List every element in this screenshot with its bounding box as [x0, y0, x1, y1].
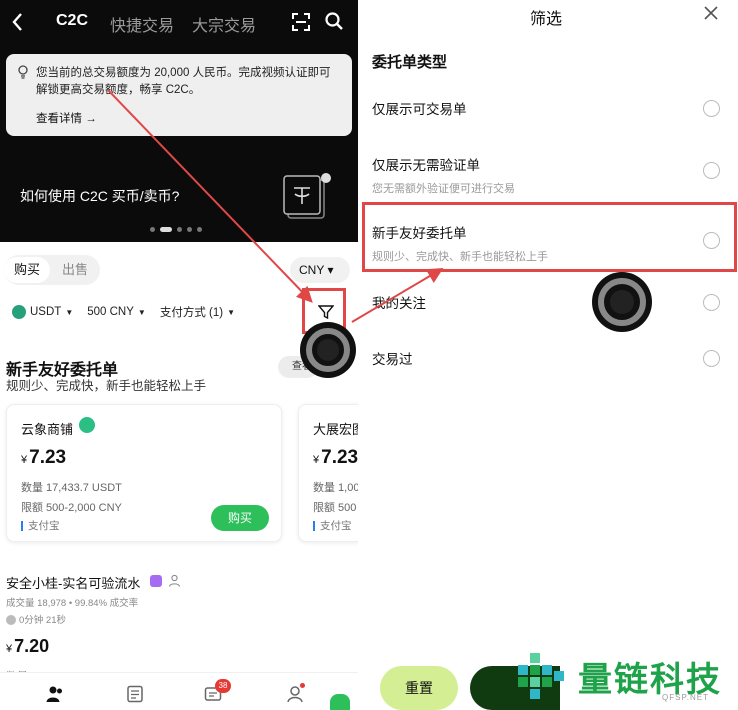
view-details-link[interactable]: 查看详情 →: [36, 110, 97, 126]
offer-card[interactable]: 大展宏图 ¥7.23 数量 1,00 限额 500 支付宝: [298, 404, 358, 542]
top-nav: C2C 快捷交易 大宗交易: [0, 0, 358, 44]
sheet-title: 筛选: [530, 11, 563, 28]
verified-badge-icon: [79, 417, 95, 433]
offer-price: ¥7.20: [6, 636, 50, 656]
document-icon[interactable]: [126, 685, 144, 703]
top-banner-area: C2C 快捷交易 大宗交易 您当前的总交易额度为 20,000 人民币。完成视频…: [0, 0, 358, 242]
offer-price: ¥7.23: [21, 447, 67, 468]
limit-notice: 您当前的总交易额度为 20,000 人民币。完成视频认证即可解锁更高交易额度，畅…: [6, 54, 352, 136]
radio-tradable[interactable]: [703, 100, 720, 117]
tether-card-illustration: [283, 173, 331, 219]
carousel-dots: [150, 227, 202, 232]
tab-quick-trade[interactable]: 快捷交易: [110, 12, 174, 36]
people-icon[interactable]: [46, 685, 64, 703]
radio-no-verification[interactable]: [703, 162, 720, 179]
buy-button[interactable]: 购买: [211, 505, 269, 531]
filter-option-tradable[interactable]: 仅展示可交易单: [372, 98, 712, 118]
watermark-logo-icon: [518, 653, 564, 699]
merchant-release-time: 0分钟 21秒: [6, 612, 66, 626]
watermark-url: QFSP.NET: [662, 693, 709, 702]
tab-sell[interactable]: 出售: [62, 257, 88, 283]
offer-quantity: 数量 17,433.7 USDT: [21, 482, 122, 494]
filter-bar: USDT ▼ 500 CNY ▼ 支付方式 (1) ▼: [12, 304, 249, 320]
merchant-name[interactable]: 安全小桂-实名可验流水: [6, 573, 140, 592]
scan-icon[interactable]: [292, 13, 310, 31]
profile-alert-dot: [300, 683, 305, 688]
section-subtitle: 规则少、完成快，新手也能轻松上手: [6, 379, 207, 393]
person-icon: [168, 574, 181, 587]
usdt-icon: [12, 305, 26, 319]
order-type-heading: 委托单类型: [372, 54, 448, 71]
filter-option-no-verification[interactable]: 仅展示无需验证单 您无需额外验证便可进行交易: [372, 154, 712, 196]
offer-price: ¥7.23: [313, 447, 358, 468]
currency-select[interactable]: CNY ▾: [290, 257, 350, 283]
back-icon[interactable]: [8, 10, 28, 34]
offer-quantity: 数量 1,00: [313, 482, 358, 494]
amount-filter[interactable]: 500 CNY ▼: [87, 306, 146, 318]
filter-sheet: 筛选 委托单类型 仅展示可交易单 仅展示无需验证单 您无需额外验证便可进行交易 …: [358, 0, 738, 710]
option-highlight-box: [362, 202, 737, 272]
coin-filter[interactable]: USDT ▼: [12, 305, 73, 319]
reset-button[interactable]: 重置: [380, 666, 458, 710]
close-icon[interactable]: [704, 6, 718, 20]
touch-indicator: [300, 322, 356, 378]
offer-limit: 限额 500: [313, 502, 357, 514]
notice-text: 您当前的总交易额度为 20,000 人民币。完成视频认证即可解锁更高交易额度，畅…: [36, 67, 331, 96]
search-icon[interactable]: [324, 11, 344, 31]
howto-banner-title[interactable]: 如何使用 C2C 买币/卖币?: [20, 186, 179, 206]
funnel-icon[interactable]: [318, 304, 334, 320]
filter-option-traded[interactable]: 交易过: [372, 348, 712, 368]
radio-following[interactable]: [703, 294, 720, 311]
merchant-name: 大展宏图: [313, 422, 358, 437]
c2c-screen: C2C 快捷交易 大宗交易 您当前的总交易额度为 20,000 人民币。完成视频…: [0, 0, 358, 710]
merchant-stats: 成交量 18,978 • 99.84% 成交率: [6, 598, 139, 609]
filter-option-following[interactable]: 我的关注: [372, 292, 712, 312]
merchant-name: 云象商铺: [21, 422, 74, 437]
payment-method: 支付宝: [313, 518, 352, 533]
clock-icon: [6, 615, 16, 626]
merchant-tier-icon: [150, 575, 162, 587]
radio-traded[interactable]: [703, 350, 720, 367]
lightbulb-icon: [18, 65, 28, 79]
floating-action-button[interactable]: [330, 694, 350, 710]
bottom-tab-bar: [0, 672, 358, 710]
notification-count-badge: 38: [215, 679, 231, 693]
tab-c2c[interactable]: C2C: [56, 12, 88, 30]
payment-filter[interactable]: 支付方式 (1) ▼: [160, 304, 235, 320]
offer-card[interactable]: 云象商铺 ¥7.23 数量 17,433.7 USDT 限额 500-2,000…: [6, 404, 282, 542]
tab-bulk-trade[interactable]: 大宗交易: [192, 12, 256, 36]
tab-buy[interactable]: 购买: [4, 257, 50, 283]
touch-indicator: [592, 272, 652, 332]
payment-method: 支付宝: [21, 518, 60, 533]
offer-limit: 限额 500-2,000 CNY: [21, 502, 122, 514]
buy-sell-toggle: 购买 出售: [4, 255, 100, 285]
